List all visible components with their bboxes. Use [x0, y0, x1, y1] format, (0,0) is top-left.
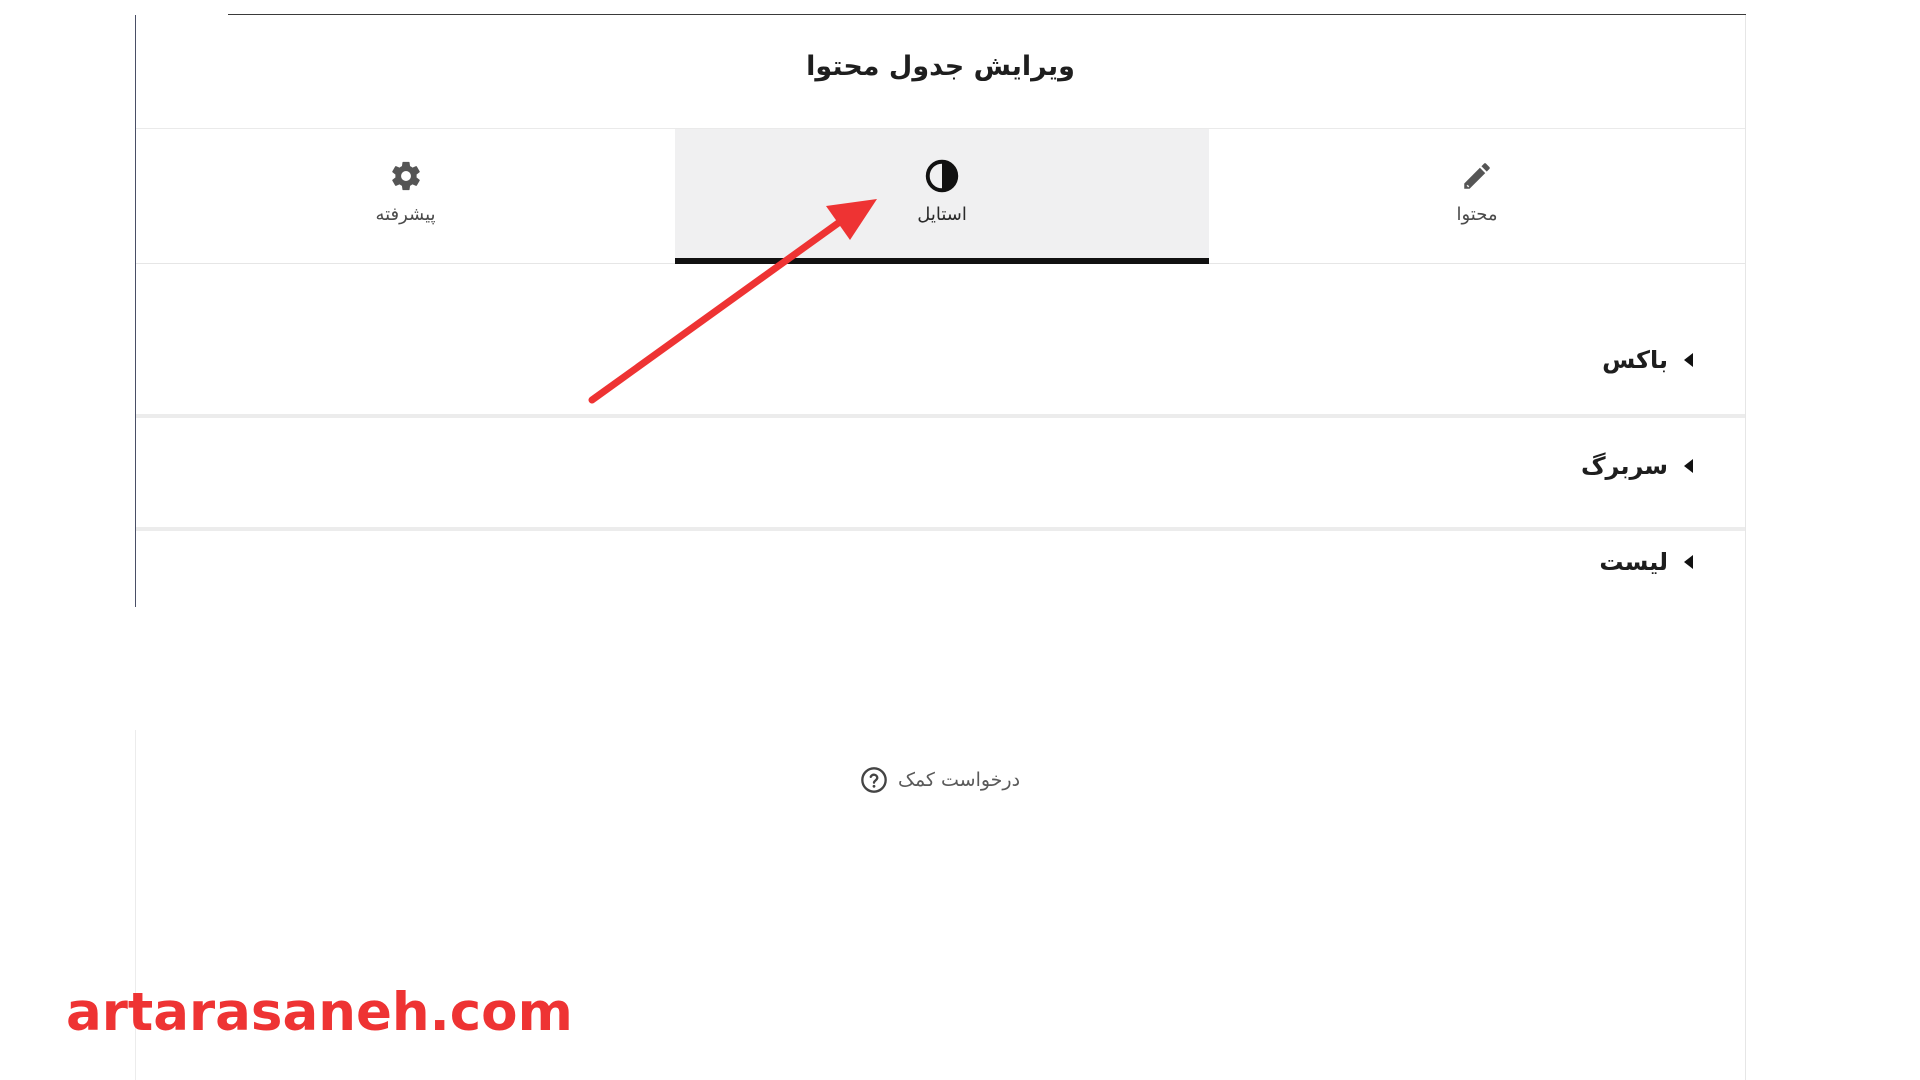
section-box: باکس: [136, 264, 1745, 418]
caret-left-icon: [1684, 353, 1693, 367]
tab-style[interactable]: استایل: [675, 129, 1209, 264]
section-header: سربرگ: [136, 418, 1745, 531]
editor-panel: ویرایش جدول محتوا محتوا استایل پیشرفته ب…: [0, 0, 1920, 1080]
section-box-toggle[interactable]: باکس: [1602, 346, 1693, 374]
section-box-title: باکس: [1602, 346, 1668, 374]
question-circle-icon: [860, 766, 888, 794]
tab-content-label: محتوا: [1456, 204, 1498, 225]
tab-advanced[interactable]: پیشرفته: [136, 129, 675, 263]
pencil-icon: [1459, 158, 1495, 194]
site-watermark: artarasaneh.com: [66, 982, 573, 1043]
caret-left-icon: [1684, 555, 1693, 569]
panel-title: ویرایش جدول محتوا: [806, 51, 1075, 82]
gear-icon: [388, 158, 424, 194]
panel-header: ویرایش جدول محتوا: [136, 15, 1745, 129]
tab-bar: محتوا استایل پیشرفته: [136, 129, 1745, 264]
tab-advanced-label: پیشرفته: [375, 204, 436, 225]
tab-style-label: استایل: [917, 204, 967, 225]
contrast-icon: [924, 158, 960, 194]
section-header-title: سربرگ: [1580, 451, 1668, 480]
section-list-title: لیست: [1599, 548, 1668, 576]
caret-left-icon: [1684, 458, 1693, 473]
section-list: لیست: [136, 531, 1745, 631]
help-request-link[interactable]: درخواست کمک: [840, 763, 1040, 797]
section-list-toggle[interactable]: لیست: [1599, 548, 1693, 576]
tab-content[interactable]: محتوا: [1209, 129, 1745, 263]
help-label: درخواست کمک: [897, 769, 1021, 791]
right-border: [1745, 15, 1746, 1080]
section-header-toggle[interactable]: سربرگ: [1581, 452, 1693, 480]
